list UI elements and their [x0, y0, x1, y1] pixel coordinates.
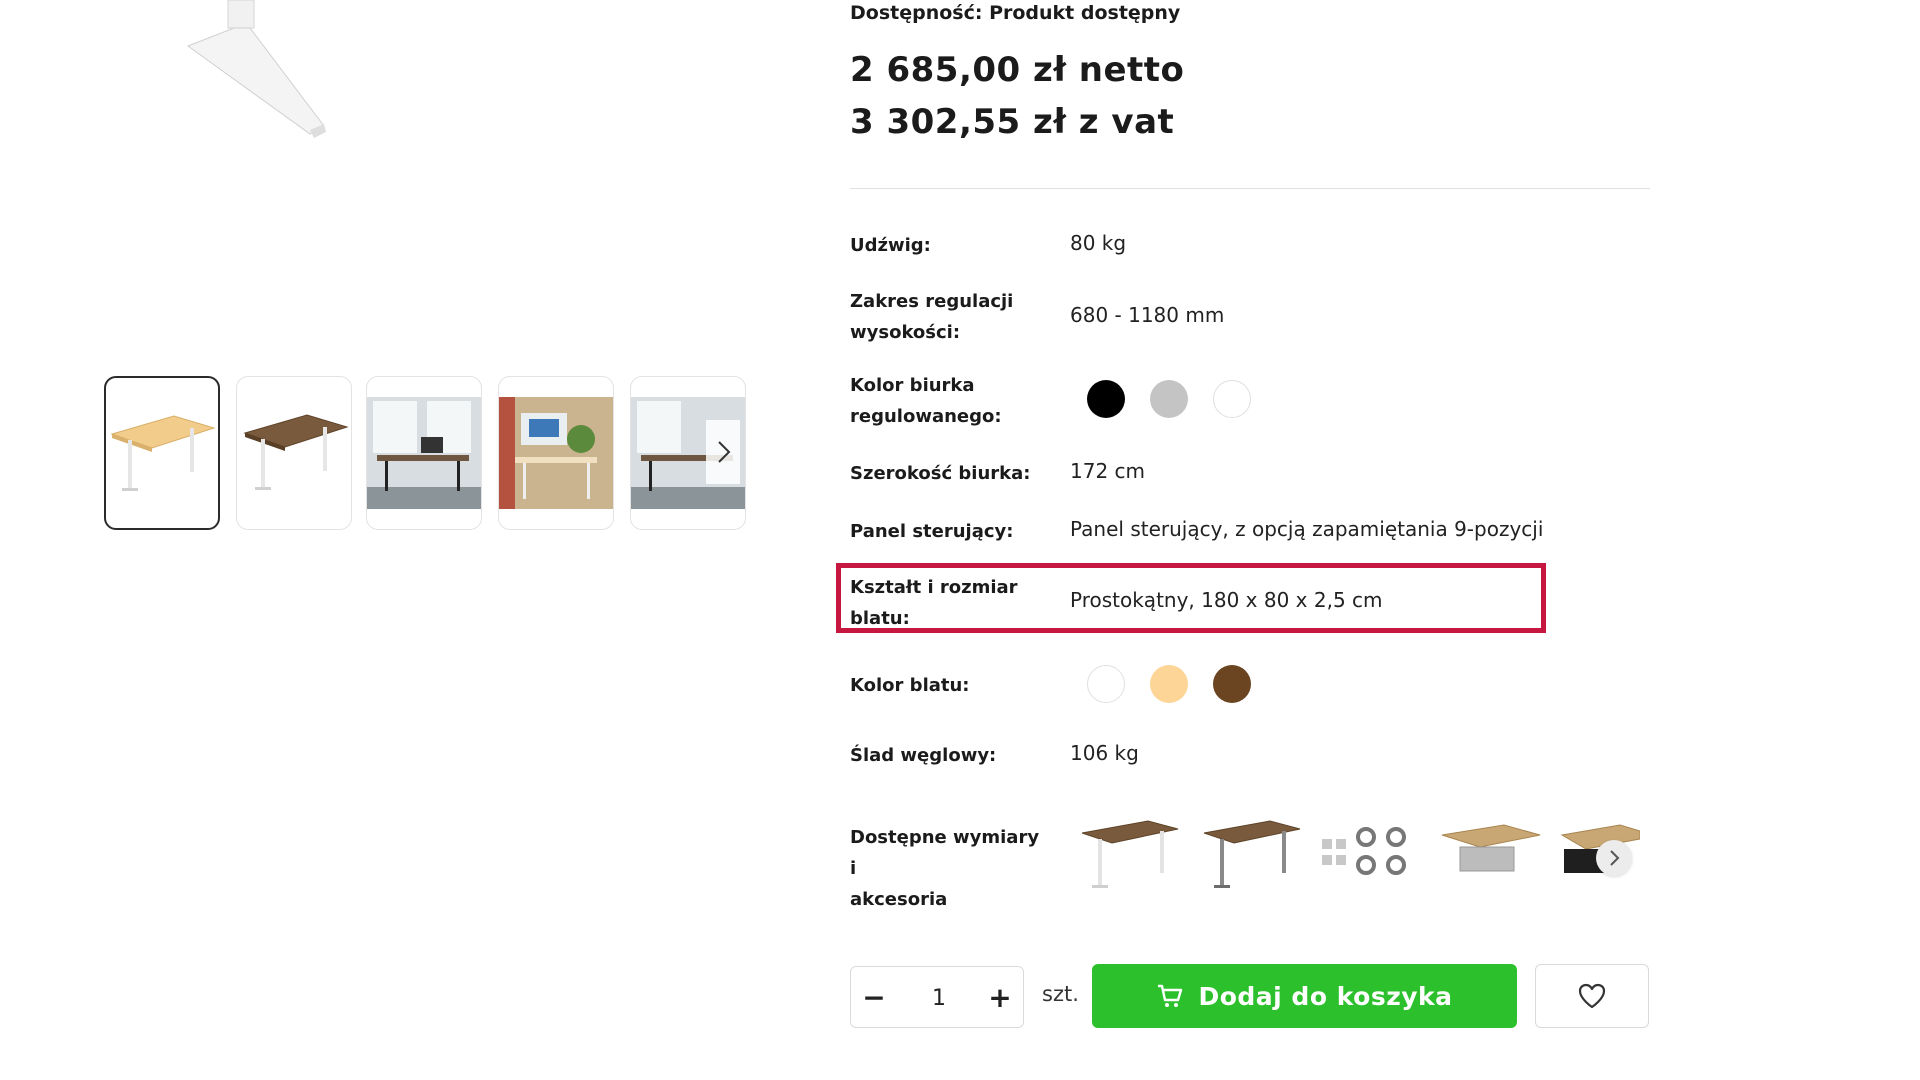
quantity-decrease-button[interactable]: −	[851, 967, 897, 1027]
accessory-casters[interactable]	[1318, 805, 1422, 895]
quantity-input[interactable]	[901, 977, 977, 1019]
chevron-right-icon	[1610, 850, 1620, 866]
spec-frame-color-label-line1: Kolor biurka	[850, 375, 975, 396]
spec-height-label: Zakres regulacji wysokości:	[850, 286, 1050, 348]
swatch-top-walnut[interactable]	[1213, 665, 1251, 703]
spec-panel-label: Panel sterujący:	[850, 521, 1014, 542]
spec-accessories-label: Dostępne wymiary i akcesoria	[850, 822, 1050, 915]
swatch-frame-black[interactable]	[1087, 380, 1125, 418]
accessories-next-button[interactable]	[1596, 840, 1632, 876]
accessory-walnut-desk-grey[interactable]	[1200, 805, 1304, 895]
add-to-cart-button[interactable]: Dodaj do koszyka	[1092, 964, 1517, 1028]
spec-carbon-value: 106 kg	[1070, 741, 1139, 765]
quantity-unit: szt.	[1042, 982, 1079, 1006]
spec-accessories-label-line2: akcesoria	[850, 889, 948, 910]
spec-height-label-line1: Zakres regulacji	[850, 291, 1014, 312]
spec-top-shape-label-line1: Kształt i rozmiar	[850, 577, 1018, 598]
wishlist-button[interactable]	[1535, 964, 1649, 1028]
accessory-desk-drawer[interactable]	[1440, 805, 1544, 895]
product-main-image	[186, 0, 326, 138]
thumbnail-beige-desk[interactable]	[104, 376, 220, 530]
spec-width-label: Szerokość biurka:	[850, 463, 1031, 484]
swatch-frame-white[interactable]	[1213, 380, 1251, 418]
spec-top-shape-value: Prostokątny, 180 x 80 x 2,5 cm	[1070, 588, 1383, 612]
price-gross: 3 302,55 zł z vat	[850, 102, 1175, 142]
thumbnail-walnut-desk[interactable]	[236, 376, 352, 530]
spec-load-label: Udźwig:	[850, 235, 931, 256]
accessory-walnut-desk-white[interactable]	[1078, 805, 1182, 895]
heart-icon	[1578, 983, 1606, 1009]
swatch-top-beige[interactable]	[1150, 665, 1188, 703]
spec-top-shape-label: Kształt i rozmiar blatu:	[850, 572, 1050, 634]
spec-height-value: 680 - 1180 mm	[1070, 303, 1225, 327]
chevron-right-icon	[718, 441, 731, 463]
spec-carbon-label: Ślad węglowy:	[850, 745, 997, 766]
spec-top-color-label: Kolor blatu:	[850, 675, 970, 696]
quantity-increase-button[interactable]: +	[977, 967, 1023, 1027]
thumbnail-office-room[interactable]	[498, 376, 614, 530]
spec-panel-value: Panel sterujący, z opcją zapamiętania 9-…	[1070, 517, 1544, 541]
thumbnail-gallery	[104, 376, 746, 532]
thumbnails-next-button[interactable]	[706, 420, 740, 484]
spec-width-value: 172 cm	[1070, 459, 1146, 483]
spec-frame-color-label: Kolor biurka regulowanego:	[850, 370, 1050, 432]
swatch-top-white[interactable]	[1087, 665, 1125, 703]
spec-height-label-line2: wysokości:	[850, 322, 961, 343]
availability-text: Dostępność: Produkt dostępny	[850, 2, 1181, 24]
add-to-cart-label: Dodaj do koszyka	[1198, 981, 1453, 1011]
cart-icon	[1158, 984, 1183, 1007]
quantity-stepper: − +	[850, 966, 1024, 1028]
price-divider	[850, 188, 1650, 189]
spec-load-value: 80 kg	[1070, 231, 1127, 255]
spec-accessories-label-line1: Dostępne wymiary i	[850, 827, 1040, 879]
spec-frame-color-label-line2: regulowanego:	[850, 406, 1002, 427]
thumbnail-office-black[interactable]	[366, 376, 482, 530]
price-net: 2 685,00 zł netto	[850, 50, 1185, 90]
swatch-frame-grey[interactable]	[1150, 380, 1188, 418]
spec-top-shape-label-line2: blatu:	[850, 608, 910, 629]
